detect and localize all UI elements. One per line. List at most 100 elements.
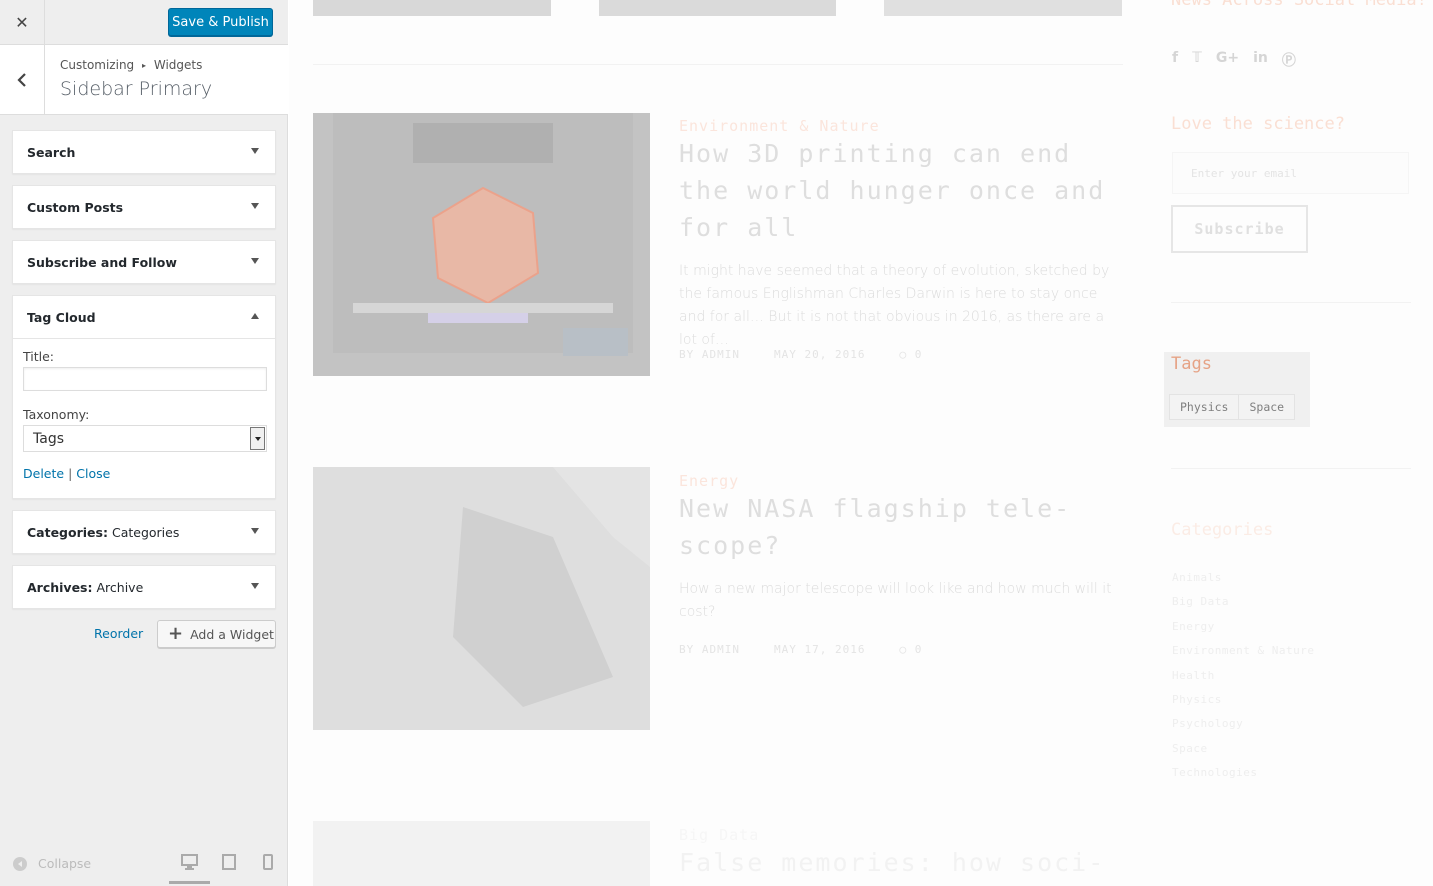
post-meta: BY ADMIN MAY 17, 2016 ◯ 0	[679, 643, 922, 656]
comment-count: 0	[914, 643, 923, 656]
link-separator: |	[68, 466, 73, 481]
category-item[interactable]: Big Data	[1172, 590, 1314, 614]
expand-arrow-icon[interactable]	[251, 528, 259, 534]
social-heading: News Across Social Media!	[1171, 0, 1427, 10]
google-plus-icon[interactable]: G+	[1216, 50, 1239, 70]
post-category[interactable]: Energy	[679, 472, 739, 490]
post-category[interactable]: Environment & Nature	[679, 117, 880, 135]
widget-tag-cloud: Tag Cloud Title: Taxonomy: Tags Delete | C…	[12, 295, 276, 499]
post-comments[interactable]: ◯ 0	[899, 348, 922, 361]
category-item[interactable]: Health	[1172, 664, 1314, 688]
post-author[interactable]: BY ADMIN	[679, 643, 740, 656]
collapse-arrow-icon[interactable]	[251, 313, 259, 319]
breadcrumb-current: Widgets	[153, 58, 203, 72]
subscribe-button[interactable]: Subscribe	[1171, 205, 1308, 253]
widget-title: Custom Posts	[27, 199, 124, 215]
comment-icon: ◯	[899, 348, 908, 361]
customizer-footer: Collapse	[0, 842, 288, 886]
social-icons: f 𝕋 G+ in Ⓟ	[1172, 50, 1296, 70]
back-button[interactable]	[0, 45, 45, 114]
tags-widget: Tags Physics Space	[1164, 352, 1310, 427]
widget-title-bar[interactable]: Search	[13, 131, 275, 173]
widget-title: Subscribe and Follow	[27, 254, 177, 270]
taxonomy-selected: Tags	[33, 431, 64, 447]
facebook-icon[interactable]: f	[1172, 50, 1178, 70]
categories-heading: Categories	[1171, 520, 1274, 540]
post-excerpt: It might have seemed that a theory of ev…	[679, 263, 1110, 348]
post-thumbnail[interactable]	[599, 0, 836, 16]
category-item[interactable]: Environment & Nature	[1172, 639, 1314, 663]
email-input[interactable]: Enter your email	[1172, 152, 1409, 194]
close-customizer-button[interactable]: ✕	[0, 0, 45, 44]
plus-icon: +	[168, 623, 184, 644]
widget-archives: Archives: Archive	[12, 565, 276, 609]
close-link[interactable]: Close	[76, 466, 110, 481]
tag-item[interactable]: Space	[1239, 394, 1296, 420]
category-item[interactable]: Physics	[1172, 688, 1314, 712]
post-image[interactable]	[313, 467, 650, 730]
tag-cloud-form: Title: Taxonomy: Tags Delete | Close	[13, 338, 275, 493]
category-item[interactable]: Psychology	[1172, 712, 1314, 736]
taxonomy-label: Taxonomy:	[23, 407, 90, 422]
widget-search: Search	[12, 130, 276, 174]
breadcrumb-root: Customizing	[60, 58, 135, 72]
delete-link[interactable]: Delete	[23, 466, 64, 481]
dropdown-button[interactable]	[250, 427, 265, 450]
expand-arrow-icon[interactable]	[251, 583, 259, 589]
chevron-left-icon	[17, 72, 26, 87]
tags-heading: Tags	[1171, 354, 1212, 374]
post-title[interactable]: New NASA flagship tele-scope?	[679, 490, 1129, 564]
add-widget-label: Add a Widget	[190, 626, 274, 642]
customizer-header: ✕ Save & Publish	[0, 0, 288, 45]
twitter-icon[interactable]: 𝕋	[1192, 50, 1202, 70]
linkedin-icon[interactable]: in	[1253, 50, 1268, 70]
widget-categories: Categories: Categories	[12, 510, 276, 554]
title-input[interactable]	[23, 367, 267, 391]
post-date: MAY 17, 2016	[773, 643, 866, 656]
telescope-image	[313, 467, 650, 730]
customizer-panel: ✕ Save & Publish Customizing ▸ Widgets S…	[0, 0, 288, 886]
expand-arrow-icon[interactable]	[251, 203, 259, 209]
post-title[interactable]: False memories: how soci-	[679, 844, 1139, 881]
title-label: Title:	[23, 349, 54, 364]
breadcrumb-separator: ▸	[142, 61, 147, 70]
tag-list: Physics Space	[1169, 394, 1296, 420]
expand-arrow-icon[interactable]	[251, 258, 259, 264]
post-title[interactable]: How 3D printing can end the world hunger…	[679, 135, 1129, 246]
collapse-label: Collapse	[38, 856, 92, 871]
newsletter-heading: Love the science?	[1171, 114, 1345, 134]
post-thumbnail[interactable]	[313, 0, 551, 16]
category-list: Animals Big Data Energy Environment & Na…	[1172, 566, 1314, 786]
tag-item[interactable]: Physics	[1169, 394, 1240, 420]
expand-arrow-icon[interactable]	[251, 148, 259, 154]
post-author[interactable]: BY ADMIN	[679, 348, 740, 361]
category-item[interactable]: Technologies	[1172, 761, 1314, 785]
mobile-icon[interactable]	[263, 854, 273, 870]
category-item[interactable]: Space	[1172, 737, 1314, 761]
collapse-button[interactable]: Collapse	[13, 856, 91, 871]
add-widget-button[interactable]: + Add a Widget	[157, 620, 276, 648]
post-image[interactable]	[313, 821, 650, 886]
post-thumbnail[interactable]	[884, 0, 1122, 16]
post-comments[interactable]: ◯ 0	[899, 643, 922, 656]
widget-title-bar[interactable]: Archives: Archive	[13, 566, 275, 608]
pinterest-icon[interactable]: Ⓟ	[1282, 50, 1296, 70]
widget-subscribe-follow: Subscribe and Follow	[12, 240, 276, 284]
widget-custom-posts: Custom Posts	[12, 185, 276, 229]
widget-title: Tag Cloud	[27, 309, 96, 325]
post-image[interactable]	[313, 113, 650, 376]
desktop-icon[interactable]	[181, 854, 198, 870]
reorder-link[interactable]: Reorder	[94, 626, 143, 641]
widget-title-bar[interactable]: Custom Posts	[13, 186, 275, 228]
widget-actions: Delete | Close	[23, 466, 265, 481]
tablet-icon[interactable]	[222, 854, 236, 870]
category-item[interactable]: Animals	[1172, 566, 1314, 590]
category-item[interactable]: Energy	[1172, 615, 1314, 639]
taxonomy-select[interactable]: Tags	[23, 425, 267, 452]
widget-title-bar[interactable]: Categories: Categories	[13, 511, 275, 553]
post-category[interactable]: Big Data	[679, 826, 759, 844]
post-excerpt: How a new major telescope will look like…	[679, 581, 1112, 620]
widget-title-bar[interactable]: Subscribe and Follow	[13, 241, 275, 283]
save-publish-button[interactable]: Save & Publish	[168, 8, 273, 36]
widget-title-bar[interactable]: Tag Cloud	[13, 296, 275, 338]
